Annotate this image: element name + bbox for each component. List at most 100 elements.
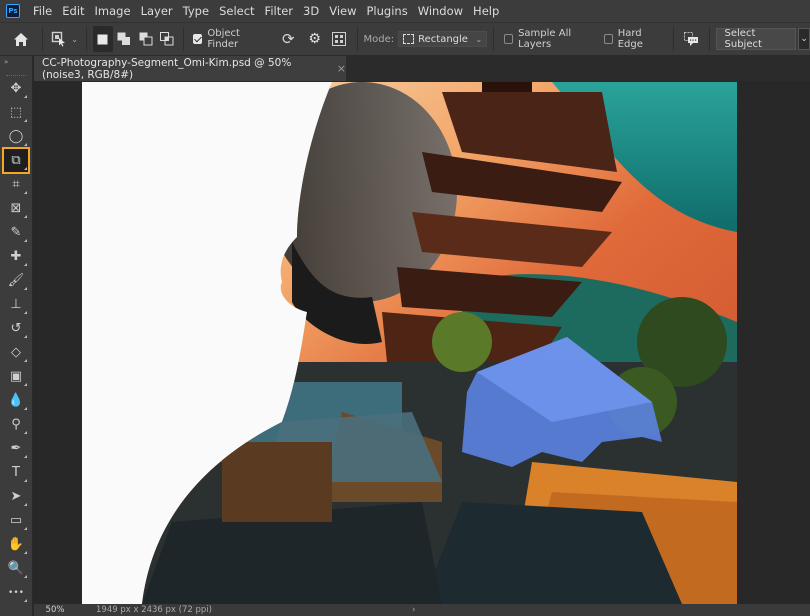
refresh-icon: ⟳ — [281, 30, 295, 48]
document-canvas[interactable] — [82, 82, 737, 604]
path-selection-tool[interactable]: ➤ — [4, 485, 28, 508]
close-icon[interactable]: × — [337, 62, 346, 75]
brush-icon: 🖌 — [7, 273, 25, 288]
sample-all-layers-toggle[interactable]: Sample All Layers — [500, 26, 600, 52]
spot-healing-brush-tool[interactable]: ✚ — [4, 245, 28, 268]
menu-layer[interactable]: Layer — [136, 0, 178, 22]
lasso-icon: ◯ — [8, 129, 24, 144]
zoom-tool[interactable]: 🔍 — [4, 557, 28, 580]
edit-toolbar[interactable]: ••• — [4, 581, 28, 604]
object-finder-checkbox[interactable] — [193, 34, 203, 44]
menu-edit[interactable]: Edit — [57, 0, 89, 22]
menu-view[interactable]: View — [324, 0, 361, 22]
menu-plugins[interactable]: Plugins — [362, 0, 413, 22]
object-selection-tool[interactable]: ⧉ — [2, 147, 30, 174]
move-tool[interactable]: ✥ — [4, 77, 28, 100]
sample-all-layers-label: Sample All Layers — [518, 28, 572, 50]
document-tab-title: CC-Photography-Segment_Omi-Kim.psd @ 50%… — [42, 56, 292, 81]
new-selection-button[interactable] — [93, 26, 113, 52]
hard-edge-toggle[interactable]: Hard Edge — [600, 26, 667, 52]
eraser-tool[interactable]: ◇ — [4, 341, 28, 364]
sample-all-layers-checkbox[interactable] — [504, 34, 514, 44]
gradient-icon: ▣ — [9, 369, 23, 384]
hand-tool[interactable]: ✋ — [4, 533, 28, 556]
gradient-tool[interactable]: ▣ — [4, 365, 28, 388]
select-subject-button[interactable]: Select Subject — [715, 28, 797, 50]
feedback-button[interactable] — [680, 26, 703, 52]
spot-healing-brush-icon: ✚ — [10, 249, 22, 264]
blur-tool[interactable]: 💧 — [4, 389, 28, 412]
type-tool[interactable]: T — [4, 461, 28, 484]
collapse-panel-icon[interactable]: » — [0, 56, 32, 68]
add-selection-icon — [117, 32, 131, 45]
tools-panel: » ✥ ⬚ ◯ ⧉ ⌗ ⊠ ✎ ✚ 🖌 ⊥ ↺ ◇ ▣ 💧 ⚲ ✒ T ➤ ▭ ✋ 🔍 ••• — [0, 56, 33, 616]
menu-image[interactable]: Image — [90, 0, 136, 22]
mode-select[interactable]: Rectangle ⌄ — [398, 31, 488, 47]
document-info[interactable]: 1949 px x 2436 px (72 ppi) — [96, 605, 212, 615]
clone-stamp-tool[interactable]: ⊥ — [4, 293, 28, 316]
dodge-tool[interactable]: ⚲ — [4, 413, 28, 436]
canvas-artwork — [82, 82, 737, 604]
zoom-level[interactable]: 50% — [34, 605, 76, 615]
object-finder-toggle[interactable]: Object Finder — [189, 26, 269, 52]
refresh-object-finder-button[interactable]: ⟳ — [275, 26, 301, 52]
rectangular-marquee-icon: ⬚ — [9, 105, 23, 120]
hard-edge-checkbox[interactable] — [603, 34, 613, 44]
divider — [41, 27, 43, 51]
chevron-down-icon: ⌄ — [475, 34, 483, 44]
divider — [493, 27, 495, 51]
options-bar: ⌄ Object Finder ⟳ ⚙ Mode: Rectangle ⌄ Sa… — [0, 22, 810, 56]
rectangle-icon: ▭ — [9, 513, 23, 528]
dodge-icon: ⚲ — [11, 417, 21, 432]
settings-button[interactable]: ⚙ — [301, 26, 327, 52]
brush-tool[interactable]: 🖌 — [4, 269, 28, 292]
panel-grip[interactable] — [6, 68, 26, 76]
mode-value: Rectangle — [418, 33, 468, 45]
intersect-selection-button[interactable] — [157, 26, 176, 52]
divider — [86, 27, 88, 51]
menu-help[interactable]: Help — [468, 0, 504, 22]
pen-tool[interactable]: ✒ — [4, 437, 28, 460]
crop-tool[interactable]: ⌗ — [4, 173, 28, 196]
document-tab[interactable]: CC-Photography-Segment_Omi-Kim.psd @ 50%… — [34, 56, 346, 81]
rectangle-tool[interactable]: ▭ — [4, 509, 28, 532]
rectangle-mode-icon — [403, 34, 415, 44]
subtract-selection-icon — [139, 32, 153, 46]
eyedropper-tool[interactable]: ✎ — [4, 221, 28, 244]
mode-label: Mode: — [363, 33, 395, 45]
chevron-down-icon: ⌄ — [800, 34, 808, 44]
history-brush-icon: ↺ — [10, 321, 22, 336]
menu-type[interactable]: Type — [178, 0, 214, 22]
new-selection-icon — [97, 34, 108, 44]
history-brush-tool[interactable]: ↺ — [4, 317, 28, 340]
select-subject-dropdown[interactable]: ⌄ — [798, 28, 810, 50]
home-button[interactable] — [6, 26, 36, 52]
eyedropper-icon: ✎ — [10, 225, 22, 240]
menu-file[interactable]: File — [28, 0, 57, 22]
object-finder-label: Object Finder — [207, 28, 240, 50]
show-all-objects-button[interactable] — [328, 26, 351, 52]
crop-icon: ⌗ — [12, 177, 20, 192]
feedback-icon — [683, 31, 698, 46]
clone-stamp-icon: ⊥ — [10, 297, 22, 312]
gear-icon: ⚙ — [308, 31, 321, 47]
add-to-selection-button[interactable] — [115, 26, 134, 52]
lasso-tool[interactable]: ◯ — [4, 125, 28, 148]
blur-icon: 💧 — [7, 393, 25, 408]
subtract-from-selection-button[interactable] — [136, 26, 155, 52]
menu-select[interactable]: Select — [214, 0, 259, 22]
photoshop-logo-icon: Ps — [6, 4, 20, 18]
status-menu-arrow-icon[interactable]: › — [412, 605, 415, 615]
zoom-icon: 🔍 — [7, 561, 25, 576]
menu-window[interactable]: Window — [413, 0, 468, 22]
eraser-icon: ◇ — [11, 345, 21, 360]
tool-preset-picker[interactable]: ⌄ — [49, 26, 81, 52]
frame-tool[interactable]: ⊠ — [4, 197, 28, 220]
hand-icon: ✋ — [7, 537, 25, 552]
show-objects-icon — [332, 32, 347, 46]
object-selection-icon: ⧉ — [11, 153, 21, 168]
rectangular-marquee-tool[interactable]: ⬚ — [4, 101, 28, 124]
menu-bar: Ps File Edit Image Layer Type Select Fil… — [0, 0, 810, 22]
menu-filter[interactable]: Filter — [260, 0, 298, 22]
menu-3d[interactable]: 3D — [298, 0, 324, 22]
